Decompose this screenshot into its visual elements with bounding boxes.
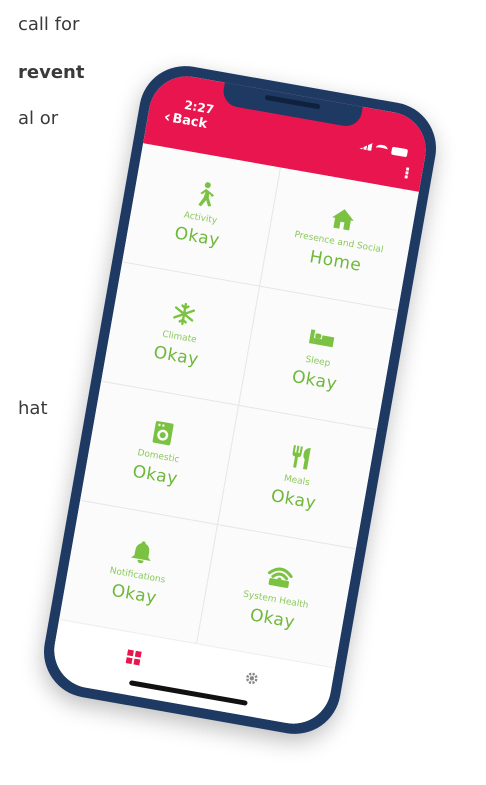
- tile-domestic[interactable]: Domestic Okay: [80, 381, 239, 526]
- background-text-line-2: revent: [18, 62, 85, 83]
- tile-value: Okay: [248, 605, 297, 633]
- page: call for revent al or hat 2:27 ‹ Back · ·…: [0, 0, 486, 785]
- house-icon: [328, 204, 358, 234]
- background-text-line-4: hat: [18, 398, 48, 419]
- tile-sleep[interactable]: Sleep Okay: [238, 286, 398, 431]
- router-wifi-icon: [265, 562, 295, 592]
- bell-icon: [127, 537, 157, 567]
- status-icons: [359, 141, 409, 158]
- tab-settings[interactable]: [240, 667, 263, 690]
- fork-knife-icon: [286, 442, 316, 472]
- tile-value: Okay: [173, 223, 222, 251]
- snowflake-icon: [169, 299, 199, 329]
- gear-icon: [246, 672, 258, 685]
- tile-meals[interactable]: Meals Okay: [217, 405, 377, 550]
- tile-activity[interactable]: Activity Okay: [122, 143, 281, 287]
- signal-icon: [359, 141, 372, 151]
- tile-presence-and-social[interactable]: Presence and Social Home: [259, 167, 419, 312]
- wifi-icon: [375, 143, 389, 154]
- tile-value: Okay: [131, 461, 180, 490]
- tile-value: Okay: [290, 366, 339, 395]
- dashboard-grid-icon: [125, 649, 142, 666]
- background-text-line-1: call for: [18, 14, 80, 35]
- tile-label: Sleep: [304, 354, 331, 370]
- status-grid: Activity Okay Presence and Social Home C…: [59, 143, 419, 669]
- tab-dashboard[interactable]: [122, 646, 145, 669]
- washing-machine-icon: [148, 418, 178, 448]
- phone-mockup: 2:27 ‹ Back · · · Activity Okay Presence…: [36, 58, 444, 742]
- app-screen: 2:27 ‹ Back · · · Activity Okay Presence…: [48, 70, 432, 730]
- tile-value: Okay: [269, 486, 318, 514]
- tile-label: Climate: [161, 329, 198, 346]
- bed-icon: [307, 323, 337, 353]
- tile-climate[interactable]: Climate Okay: [101, 262, 260, 406]
- walking-person-icon: [190, 180, 220, 210]
- tile-value: Okay: [152, 342, 201, 371]
- more-menu-icon[interactable]: · · ·: [402, 159, 413, 187]
- tile-label: Activity: [182, 210, 218, 227]
- tile-value: Home: [308, 247, 363, 276]
- tile-value: Okay: [110, 580, 159, 609]
- battery-icon: [390, 146, 409, 158]
- background-text-line-3: al or: [18, 108, 59, 129]
- tile-label: Meals: [283, 473, 311, 489]
